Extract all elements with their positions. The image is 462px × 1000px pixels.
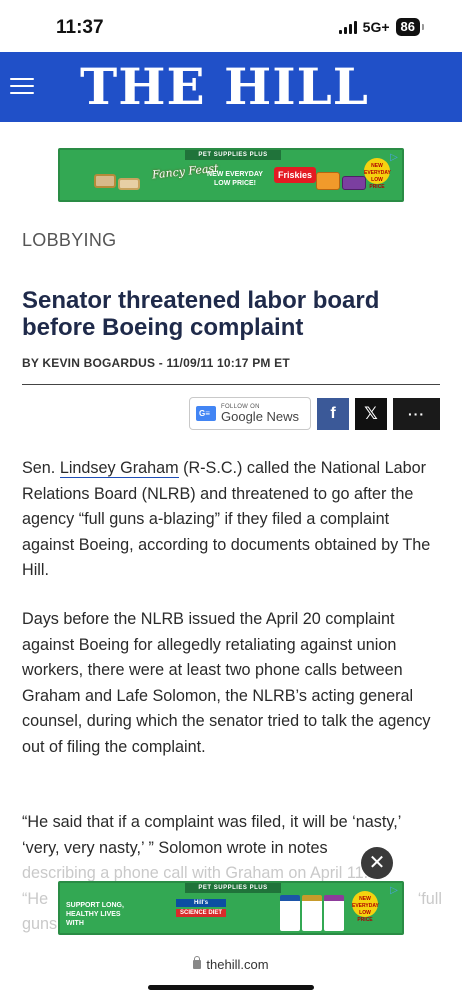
google-news-label: Google News bbox=[221, 409, 300, 424]
ad-headline: SUPPORT LONG, HEALTHY LIVES WITH bbox=[66, 902, 124, 927]
network-type: 5G+ bbox=[362, 19, 390, 35]
google-news-icon: G≡ bbox=[196, 406, 216, 421]
paragraph-faded-text: describing a phone call with Graham on A… bbox=[22, 864, 369, 883]
paragraph-faded-text: “He bbox=[22, 889, 49, 908]
ad-headline: NEW EVERYDAY LOW PRICE! bbox=[207, 171, 263, 187]
ad-strip-label: PET SUPPLIES PLUS bbox=[185, 150, 281, 160]
site-logo[interactable]: THE HILL bbox=[80, 56, 390, 118]
friskies-logo: Friskies bbox=[274, 167, 317, 183]
ad-choices-icon[interactable]: ▷ bbox=[388, 152, 400, 164]
section-label[interactable]: LOBBYING bbox=[22, 230, 116, 251]
cat-food-can-image bbox=[316, 172, 340, 190]
article-byline: BY KEVIN BOGARDUS - 11/09/11 10:17 PM ET bbox=[22, 356, 290, 370]
battery-icon: 86 bbox=[395, 18, 420, 36]
article-paragraph-1: Sen. Lindsey Graham (R-S.C.) called the … bbox=[22, 456, 442, 584]
pet-food-bag-image bbox=[302, 895, 322, 931]
paragraph-faded-text: ‘full bbox=[417, 889, 442, 908]
paragraph-text: Sen. bbox=[22, 459, 60, 477]
bottom-ad-banner[interactable]: PET SUPPLIES PLUS SUPPORT LONG, HEALTHY … bbox=[58, 881, 404, 935]
home-indicator[interactable] bbox=[148, 985, 314, 990]
cat-food-can-image bbox=[94, 174, 116, 188]
cat-food-can-image bbox=[118, 178, 140, 190]
battery-tip bbox=[422, 24, 424, 30]
pet-food-bag-image bbox=[280, 895, 300, 931]
price-badge: NEW EVERYDAY LOW PRICE bbox=[364, 158, 391, 190]
share-row: G≡ FOLLOW ON Google News f 𝕏 ··· bbox=[189, 397, 440, 430]
article-headline: Senator threatened labor board before Bo… bbox=[22, 287, 380, 341]
paragraph-faded-text: guns bbox=[22, 915, 58, 934]
google-news-follow-button[interactable]: G≡ FOLLOW ON Google News bbox=[189, 397, 311, 430]
ad-choices-icon[interactable]: ▷ bbox=[388, 885, 400, 897]
hills-brand: Hill's bbox=[176, 899, 226, 907]
price-badge: NEW EVERYDAY LOW PRICE bbox=[352, 891, 379, 923]
close-ad-button[interactable]: ✕ bbox=[361, 847, 393, 879]
paragraph-text: “He said that if a complaint was filed, … bbox=[22, 813, 401, 857]
cellular-signal-icon bbox=[338, 20, 357, 34]
x-share-button[interactable]: 𝕏 bbox=[355, 397, 387, 430]
hamburger-menu-icon[interactable] bbox=[10, 78, 34, 96]
hills-sub-brand: SCIENCE DIET bbox=[176, 909, 226, 917]
status-bar: 11:37 5G+ 86 bbox=[0, 0, 462, 52]
pet-food-bag-image bbox=[324, 895, 344, 931]
site-header: THE HILL bbox=[0, 52, 462, 122]
lindsey-graham-link[interactable]: Lindsey Graham bbox=[59, 459, 179, 478]
top-ad-banner[interactable]: PET SUPPLIES PLUS Fancy Feast NEW EVERYD… bbox=[58, 148, 404, 202]
byline-divider bbox=[22, 384, 440, 385]
url-text: thehill.com bbox=[206, 957, 269, 972]
status-indicators: 5G+ 86 bbox=[338, 18, 424, 36]
browser-url-bar: thehill.com bbox=[0, 940, 462, 1000]
ad-strip-label: PET SUPPLIES PLUS bbox=[185, 883, 281, 893]
article-paragraph-2: Days before the NLRB issued the April 20… bbox=[22, 610, 431, 756]
cat-food-can-image bbox=[342, 176, 366, 190]
more-share-options-button[interactable]: ··· bbox=[393, 397, 440, 430]
url-display[interactable]: thehill.com bbox=[0, 956, 462, 972]
hills-logo: Hill's SCIENCE DIET bbox=[176, 899, 226, 931]
lock-icon bbox=[193, 956, 202, 969]
status-time: 11:37 bbox=[56, 17, 104, 38]
facebook-share-button[interactable]: f bbox=[317, 397, 349, 430]
